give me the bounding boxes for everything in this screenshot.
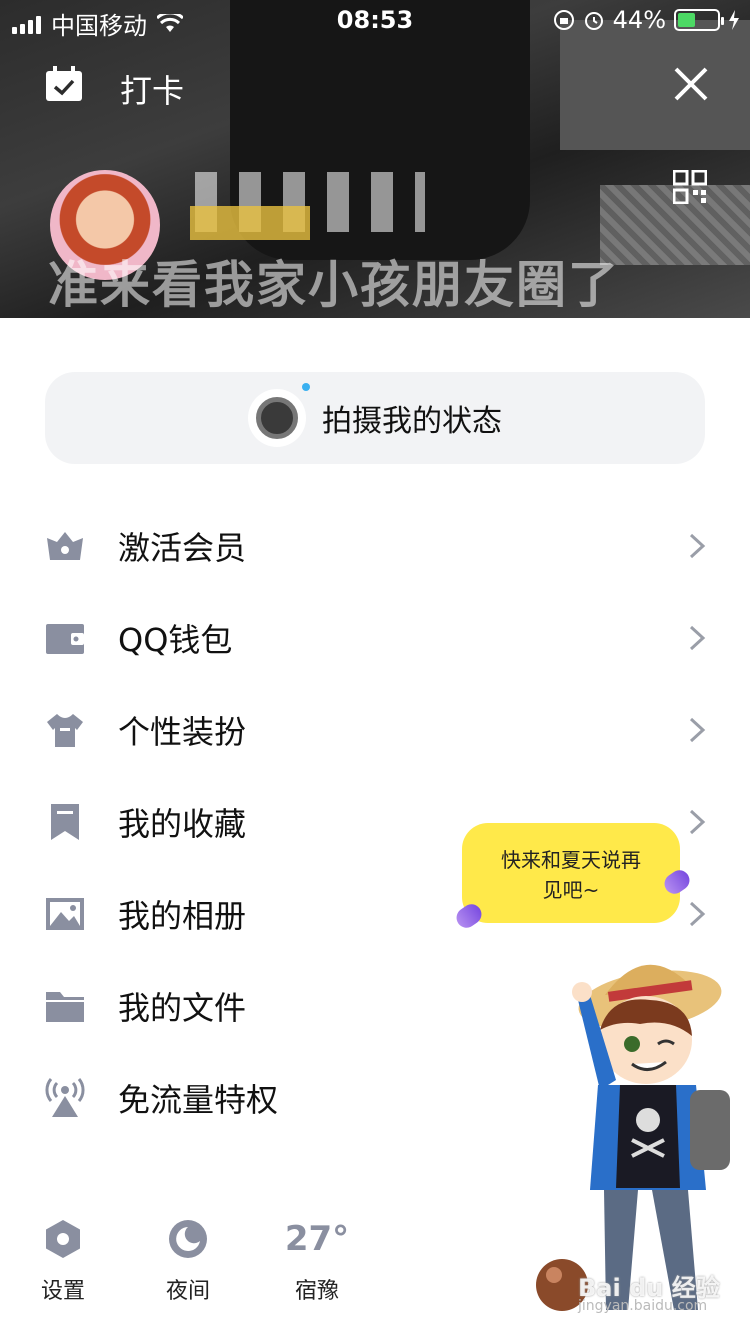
night-mode-label: 夜间 [165,1279,210,1304]
capture-status-button[interactable]: 拍摄我的状态 [45,372,705,464]
mascot-speech-bubble[interactable]: 快来和夏天说再 见吧~ [462,823,680,923]
chevron-right-icon [689,625,706,651]
alarm-icon [584,12,603,30]
chevron-right-icon [689,901,706,927]
image-icon [46,898,84,930]
settings-label: 设置 [40,1279,85,1304]
rotation-lock-icon [553,10,574,30]
night-mode-button[interactable]: 夜间 [143,1215,233,1305]
chevron-right-icon [689,533,706,559]
menu-item-label: 我的收藏 [118,805,247,843]
bubble-text-line: 见吧~ [542,878,600,902]
menu-item-label: 我的相册 [118,897,247,935]
broadcast-icon [45,1078,85,1117]
menu-item-vip[interactable]: 激活会员 [0,500,750,592]
calendar-check-icon[interactable] [45,66,83,102]
wallet-icon [46,624,84,654]
charging-icon [729,10,739,30]
capture-status-label: 拍摄我的状态 [322,404,502,439]
temperature: 27° [284,1219,350,1259]
member-badge-pixelated [190,206,310,240]
menu-item-label: QQ钱包 [118,621,233,659]
city-label: 宿豫 [294,1279,339,1304]
menu-item-theme[interactable]: 个性装扮 [0,684,750,776]
bubble-text-line: 快来和夏天说再 [501,848,641,872]
weather-widget[interactable]: 27° 宿豫 [272,1215,362,1305]
close-icon[interactable] [673,66,709,102]
watermark-site: jingyan.baidu.com [578,1298,708,1314]
chevron-right-icon [689,809,706,835]
tshirt-icon [47,714,83,747]
qr-code-icon[interactable] [673,170,707,204]
folder-icon [46,992,84,1022]
menu-item-label: 个性装扮 [118,713,247,751]
chevron-right-icon [689,717,706,743]
menu-item-label: 激活会员 [118,529,247,567]
menu-item-wallet[interactable]: QQ钱包 [0,592,750,684]
battery-icon [674,9,724,31]
profile-header: 中国移动 08:53 44% 打卡 准来看我家小孩朋友圈了 [0,0,750,318]
status-bar: 中国移动 08:53 44% [0,0,750,40]
crown-icon [47,532,83,560]
menu-item-label: 我的文件 [118,989,247,1027]
checkin-label[interactable]: 打卡 [120,66,184,112]
banner-text: 准来看我家小孩朋友圈了 [48,256,620,314]
settings-button[interactable]: 设置 [18,1215,108,1305]
bookmark-icon [51,804,79,840]
settings-icon [46,1220,80,1258]
camera-icon [248,383,310,447]
menu-item-label: 免流量特权 [118,1081,279,1119]
moon-icon [169,1220,207,1258]
battery-percent: 44% [612,6,666,34]
